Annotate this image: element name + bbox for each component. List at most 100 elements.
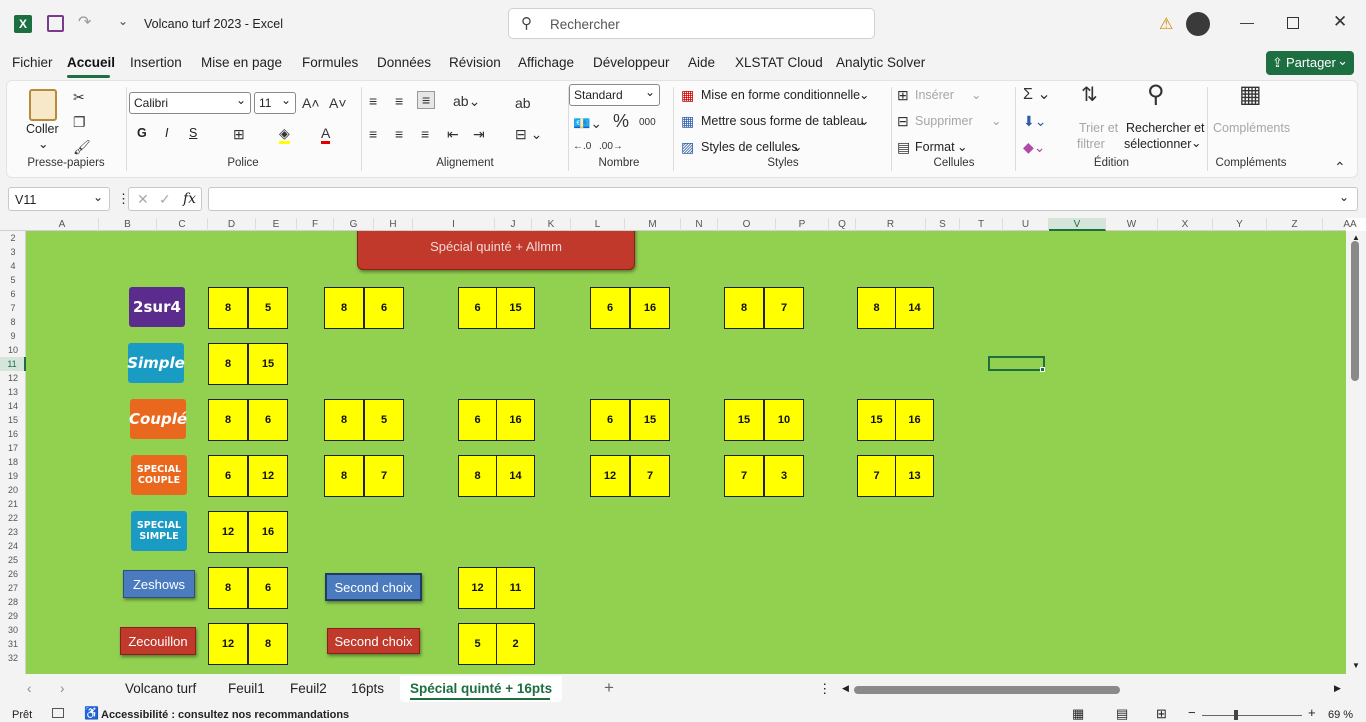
thousands-separator-icon[interactable]: 000	[639, 115, 656, 131]
bet-number-cell[interactable]: 16	[895, 399, 934, 441]
addins-button[interactable]: Compléments	[1213, 121, 1290, 135]
bet-number-cell[interactable]: 12	[458, 567, 497, 609]
bold-button[interactable]: G	[137, 126, 147, 140]
column-header[interactable]: M	[625, 218, 681, 231]
bet-number-cell[interactable]: 15	[496, 287, 535, 329]
cell-grid[interactable]: Spécial quinté + Allmm 2sur4 Simple Coup…	[26, 231, 1346, 674]
column-header[interactable]: K	[532, 218, 571, 231]
header-shape-button[interactable]: Spécial quinté + Allmm	[357, 231, 635, 270]
bet-number-cell[interactable]: 7	[857, 455, 896, 497]
row-header[interactable]: 19	[0, 469, 26, 483]
column-header[interactable]: D	[208, 218, 256, 231]
row-header[interactable]: 28	[0, 595, 26, 609]
selected-cell[interactable]	[988, 356, 1045, 371]
bet-number-cell[interactable]: 7	[724, 455, 764, 497]
bet-number-cell[interactable]: 8	[208, 567, 248, 609]
chevron-down-icon[interactable]: ⌄	[957, 139, 967, 154]
bet-number-cell[interactable]: 8	[724, 287, 764, 329]
row-header[interactable]: 2	[0, 231, 26, 245]
number-format-select[interactable]: Standard	[569, 84, 660, 106]
bet-number-cell[interactable]: 10	[764, 399, 804, 441]
bet-number-cell[interactable]: 5	[364, 399, 404, 441]
row-header[interactable]: 9	[0, 329, 26, 343]
sheet-tab-volcano-turf[interactable]: Volcano turf	[125, 681, 196, 696]
align-center-icon[interactable]: ≡	[395, 126, 403, 142]
scroll-down-icon[interactable]: ▼	[1352, 661, 1360, 670]
column-header[interactable]: AA	[1323, 218, 1366, 231]
row-header[interactable]: 27	[0, 581, 26, 595]
orientation-icon[interactable]: ab⌄	[453, 93, 480, 109]
copy-icon[interactable]: ❐	[73, 114, 86, 130]
save-icon[interactable]	[47, 15, 64, 32]
row-header[interactable]: 6	[0, 287, 26, 301]
expand-formula-icon[interactable]: ⌄	[1339, 190, 1349, 204]
column-header[interactable]: A	[26, 218, 99, 231]
column-header[interactable]: Z	[1267, 218, 1323, 231]
column-header[interactable]: S	[926, 218, 960, 231]
row-header[interactable]: 11	[0, 357, 26, 371]
column-header[interactable]: B	[99, 218, 157, 231]
row-header[interactable]: 23	[0, 525, 26, 539]
bet-number-cell[interactable]: 16	[248, 511, 288, 553]
column-header[interactable]: L	[571, 218, 625, 231]
format-painter-icon[interactable]: 🖌	[73, 139, 91, 155]
column-header[interactable]: H	[374, 218, 413, 231]
bet-number-cell[interactable]: 6	[458, 287, 497, 329]
column-header[interactable]: T	[960, 218, 1003, 231]
chevron-down-icon[interactable]: ⌄	[1191, 135, 1201, 150]
second-choice-button[interactable]: Second choix	[325, 573, 422, 601]
bet-number-cell[interactable]: 8	[324, 287, 364, 329]
row-header[interactable]: 3	[0, 245, 26, 259]
tab-aide[interactable]: Aide	[688, 55, 715, 70]
cancel-icon[interactable]: ✕	[137, 191, 149, 208]
chevron-down-icon[interactable]: ⌄	[792, 139, 802, 154]
tab-affichage[interactable]: Affichage	[518, 55, 574, 70]
font-size-select[interactable]: 11	[254, 92, 296, 114]
add-sheet-icon[interactable]: +	[604, 678, 614, 698]
bet-number-cell[interactable]: 7	[764, 287, 804, 329]
bet-number-cell[interactable]: 12	[208, 511, 248, 553]
collapse-ribbon-icon[interactable]: ⌃	[1334, 159, 1346, 175]
row-header[interactable]: 22	[0, 511, 26, 525]
fill-handle[interactable]	[1040, 367, 1045, 372]
bet-number-cell[interactable]: 6	[458, 399, 497, 441]
bet-number-cell[interactable]: 15	[630, 399, 670, 441]
bet-number-cell[interactable]: 3	[764, 455, 804, 497]
column-header[interactable]: N	[681, 218, 718, 231]
bet-number-cell[interactable]: 6	[248, 399, 288, 441]
delete-cells-button[interactable]: Supprimer	[915, 114, 973, 128]
warning-icon[interactable]: ⚠	[1159, 14, 1173, 34]
increase-decimal-icon[interactable]: ←.0	[573, 139, 591, 155]
bet-number-cell[interactable]: 14	[496, 455, 535, 497]
tab-formules[interactable]: Formules	[302, 55, 358, 70]
tab-donnees[interactable]: Données	[377, 55, 431, 70]
row-header[interactable]: 29	[0, 609, 26, 623]
bet-number-cell[interactable]: 14	[895, 287, 934, 329]
cut-icon[interactable]: ✂	[73, 89, 85, 105]
accounting-format-icon[interactable]: 💶⌄	[573, 115, 602, 131]
quick-access-chevron-icon[interactable]: ⌄	[118, 14, 128, 28]
column-header[interactable]: W	[1106, 218, 1158, 231]
normal-view-icon[interactable]: ▦	[1072, 706, 1084, 722]
tab-fichier[interactable]: Fichier	[12, 55, 53, 70]
zoom-slider-thumb[interactable]	[1234, 710, 1238, 720]
column-header[interactable]: G	[334, 218, 374, 231]
align-bottom-icon[interactable]: ≡	[417, 91, 436, 109]
row-header[interactable]: 10	[0, 343, 26, 357]
fill-icon[interactable]: ⬇⌄	[1023, 113, 1046, 129]
bet-number-cell[interactable]: 2	[496, 623, 535, 665]
borders-icon[interactable]: ⊞	[233, 126, 245, 142]
bet-number-cell[interactable]: 8	[857, 287, 896, 329]
bet-number-cell[interactable]: 12	[590, 455, 630, 497]
row-header[interactable]: 14	[0, 399, 26, 413]
bet-number-cell[interactable]: 8	[324, 455, 364, 497]
row-header[interactable]: 32	[0, 651, 26, 665]
sort-filter-button-line2[interactable]: filtrer	[1077, 137, 1105, 151]
sheet-tab-feuil1[interactable]: Feuil1	[228, 681, 265, 696]
bet-number-cell[interactable]: 6	[248, 567, 288, 609]
italic-button[interactable]: I	[165, 126, 168, 140]
bet-number-cell[interactable]: 8	[208, 399, 248, 441]
sort-filter-button[interactable]: Trier et	[1079, 121, 1118, 135]
bet-number-cell[interactable]: 6	[208, 455, 248, 497]
row-header[interactable]: 12	[0, 371, 26, 385]
